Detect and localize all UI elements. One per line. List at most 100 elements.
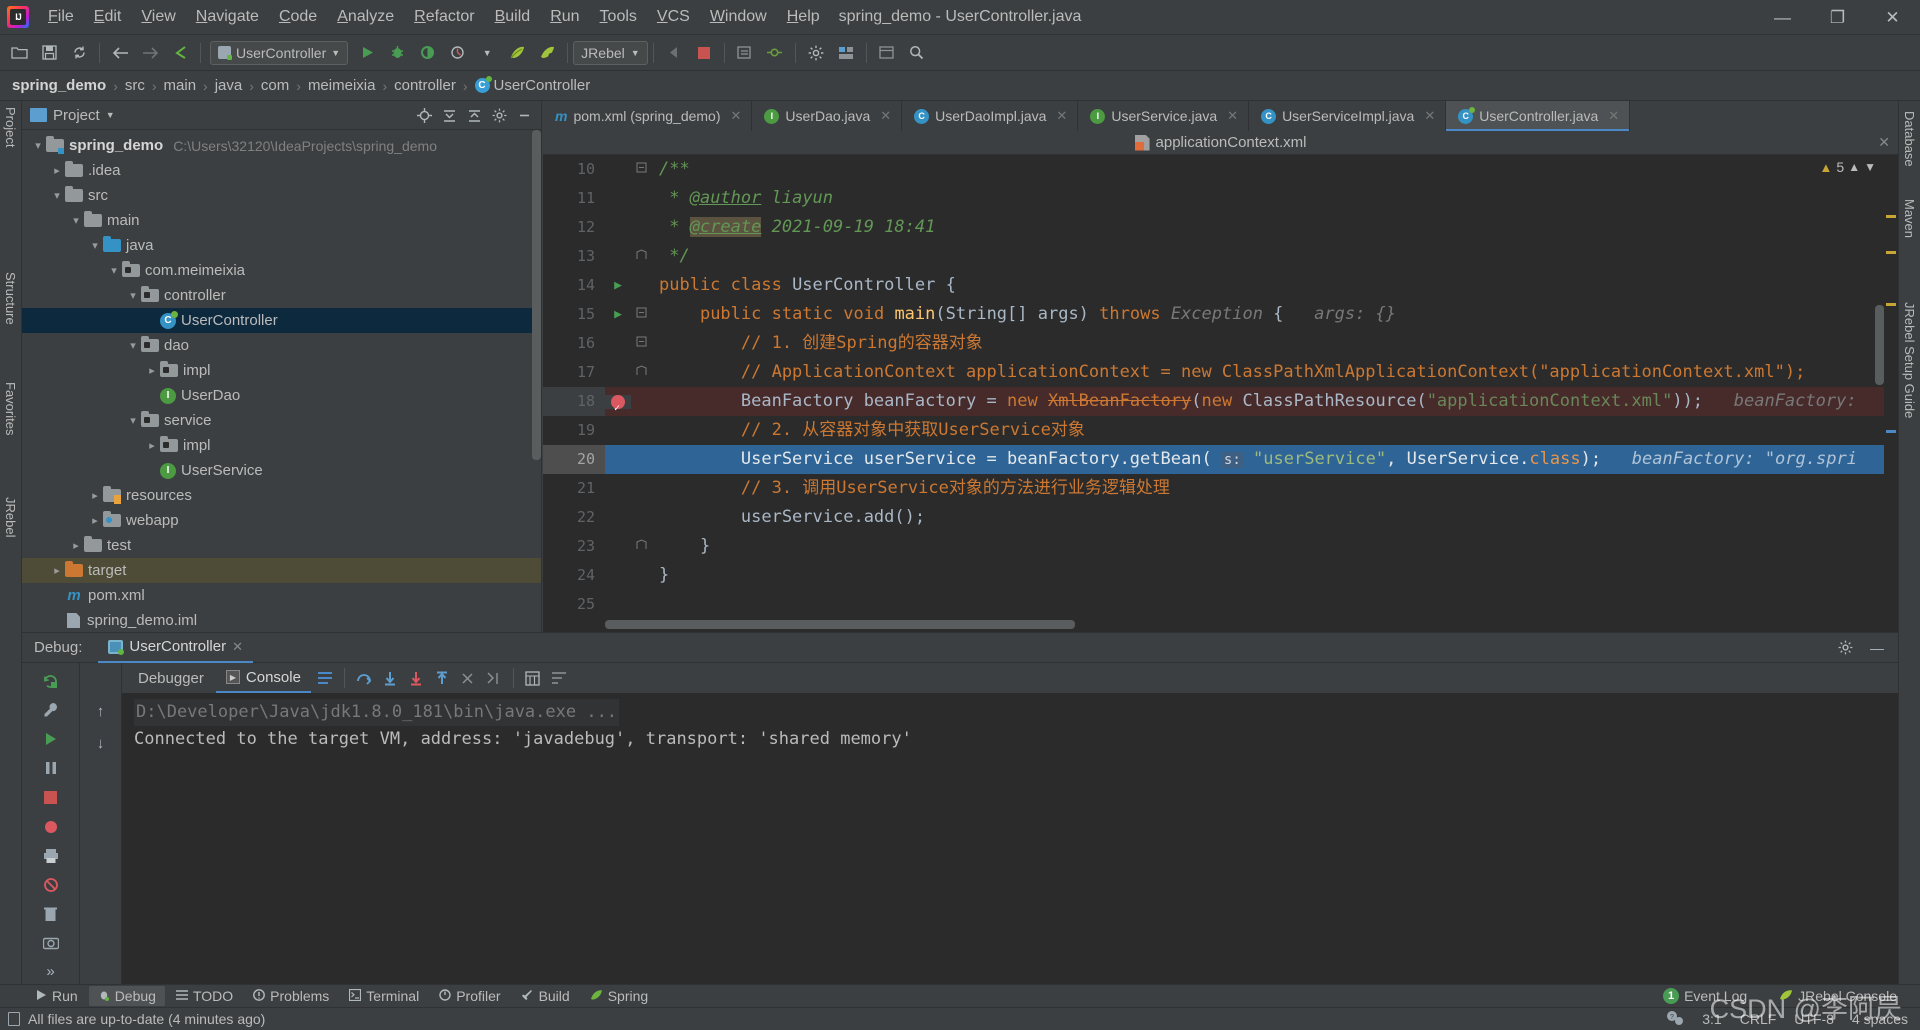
tree-toggle-open-icon[interactable] — [125, 339, 141, 352]
rail-item-structure[interactable]: Structure — [0, 266, 21, 331]
menu-item-analyze[interactable]: Analyze — [327, 4, 404, 30]
caret-position[interactable]: 3:1 — [1702, 1011, 1721, 1027]
sync-refresh-icon[interactable] — [66, 40, 92, 66]
code-line-10[interactable]: 10 /** — [543, 155, 1898, 184]
fold-marker[interactable] — [631, 242, 651, 271]
close-icon[interactable]: ✕ — [880, 108, 891, 124]
menu-item-navigate[interactable]: Navigate — [186, 4, 269, 30]
code-line-15[interactable]: 15 ▶ public static void main(String[] arg… — [543, 300, 1898, 329]
tool-window-build[interactable]: Build — [512, 986, 579, 1006]
menu-item-window[interactable]: Window — [700, 4, 777, 30]
stop-icon[interactable] — [691, 40, 717, 66]
menu-item-run[interactable]: Run — [540, 4, 589, 30]
breadcrumb-item-src[interactable]: src — [125, 77, 145, 94]
tree-node-impl[interactable]: impl — [22, 358, 541, 383]
editor-tab-pom-xml--spring-demo-[interactable]: m pom.xml (spring_demo) ✕ — [543, 101, 753, 131]
breadcrumb-item-meimeixia[interactable]: meimeixia — [308, 77, 376, 94]
breadcrumb-current[interactable]: C UserController — [474, 76, 590, 94]
rail-item-project[interactable]: Project — [0, 101, 21, 153]
view-breakpoints-icon[interactable] — [37, 814, 65, 838]
rail-item-jrebel[interactable]: JRebel — [0, 491, 21, 543]
tree-toggle-closed-icon[interactable] — [144, 439, 160, 452]
tree-node-service[interactable]: service — [22, 408, 541, 433]
menu-item-edit[interactable]: Edit — [84, 4, 132, 30]
run-icon[interactable] — [354, 40, 380, 66]
force-step-into-icon[interactable] — [404, 666, 428, 690]
forward-arrow-icon[interactable] — [137, 40, 163, 66]
close-icon[interactable]: ✕ — [1056, 108, 1067, 124]
fold-marker[interactable] — [631, 532, 651, 561]
evaluate-icon[interactable] — [521, 666, 545, 690]
code-line-19[interactable]: 19 // 2. 从容器对象中获取UserService对象 — [543, 416, 1898, 445]
tree-toggle-open-icon[interactable] — [106, 264, 122, 277]
wrench-icon[interactable] — [37, 698, 65, 722]
marker-strip[interactable] — [1884, 155, 1898, 632]
tree-node--idea[interactable]: .idea — [22, 158, 541, 183]
tool-window-todo[interactable]: TODO — [167, 986, 242, 1006]
menu-item-tools[interactable]: Tools — [590, 4, 647, 30]
code-line-20[interactable]: 20 UserService userService = beanFactory… — [543, 445, 1898, 474]
project-structure-icon[interactable] — [833, 40, 859, 66]
code-line-25[interactable]: 25 — [543, 590, 1898, 619]
rail-item-favorites[interactable]: Favorites — [0, 376, 21, 441]
step-out-icon[interactable] — [430, 666, 454, 690]
tool-window-spring[interactable]: Spring — [581, 986, 657, 1006]
chevron-down-icon[interactable]: ▼ — [106, 110, 115, 120]
trash-icon[interactable] — [37, 902, 65, 926]
tree-toggle-closed-icon[interactable] — [87, 514, 103, 527]
inspection-widget[interactable]: ▲ 5 ▲ ▼ — [1820, 159, 1876, 175]
run-gutter-icon[interactable]: ▶ — [614, 271, 622, 300]
fold-marker[interactable] — [631, 300, 651, 329]
tool-window-jrebel-console[interactable]: JRebel Console — [1770, 986, 1906, 1006]
pause-icon[interactable] — [37, 756, 65, 780]
debug-tab-debugger[interactable]: Debugger — [128, 663, 214, 693]
ui-designer-icon[interactable] — [874, 40, 900, 66]
code-line-22[interactable]: 22 userService.add(); — [543, 503, 1898, 532]
line-separator[interactable]: CRLF — [1740, 1011, 1777, 1027]
menu-item-code[interactable]: Code — [269, 4, 327, 30]
debug-tab-console[interactable]: ▶ Console — [215, 663, 311, 693]
tree-node-target[interactable]: target — [22, 558, 541, 583]
menu-item-help[interactable]: Help — [777, 4, 830, 30]
tree-node-spring-demo[interactable]: spring_demo C:\Users\32120\IdeaProjects\s… — [22, 133, 541, 158]
open-folder-icon[interactable] — [6, 40, 32, 66]
code-line-11[interactable]: 11 * @author liayun — [543, 184, 1898, 213]
gutter-markers[interactable]: ▶ — [605, 271, 631, 300]
tree-node-resources[interactable]: resources — [22, 483, 541, 508]
tree-node-main[interactable]: main — [22, 208, 541, 233]
minimize-button[interactable]: — — [1755, 0, 1810, 35]
tree-node-test[interactable]: test — [22, 533, 541, 558]
code-line-13[interactable]: 13 */ — [543, 242, 1898, 271]
tree-node-impl[interactable]: impl — [22, 433, 541, 458]
tool-window-run[interactable]: Run — [26, 986, 87, 1006]
close-button[interactable]: ✕ — [1865, 0, 1920, 35]
code-line-24[interactable]: 24} — [543, 561, 1898, 590]
settings-list-icon[interactable] — [547, 666, 571, 690]
tree-toggle-open-icon[interactable] — [30, 139, 46, 152]
profile-icon[interactable] — [444, 40, 470, 66]
tool-window-debug[interactable]: Debug — [88, 986, 165, 1006]
commit-icon[interactable] — [762, 40, 788, 66]
expand-all-icon[interactable] — [463, 104, 485, 126]
tree-node-webapp[interactable]: webapp — [22, 508, 541, 533]
tree-toggle-closed-icon[interactable] — [87, 489, 103, 502]
settings-gear-icon[interactable] — [803, 40, 829, 66]
close-icon[interactable]: ✕ — [1227, 108, 1238, 124]
rail-item-jrebel-setup-guide[interactable]: JRebel Setup Guide — [1899, 296, 1920, 424]
mute-breakpoints-icon[interactable] — [37, 873, 65, 897]
tree-node-controller[interactable]: controller — [22, 283, 541, 308]
editor-vertical-scrollbar[interactable] — [1875, 305, 1884, 385]
tool-window-terminal[interactable]: Terminal — [340, 986, 428, 1006]
hide-panel-icon[interactable] — [513, 104, 535, 126]
run-with-coverage-icon[interactable] — [414, 40, 440, 66]
tool-window-profiler[interactable]: Profiler — [430, 986, 509, 1006]
collapse-all-icon[interactable] — [438, 104, 460, 126]
tree-node-pom-xml[interactable]: m pom.xml — [22, 583, 541, 608]
indent-setting[interactable]: 4 spaces — [1852, 1011, 1908, 1027]
menu-item-view[interactable]: View — [131, 4, 185, 30]
breadcrumb-item-com[interactable]: com — [261, 77, 289, 94]
step-into-icon[interactable] — [378, 666, 402, 690]
menu-item-build[interactable]: Build — [485, 4, 541, 30]
close-icon[interactable]: ✕ — [1608, 108, 1619, 124]
rail-item-database[interactable]: Database — [1899, 105, 1920, 173]
